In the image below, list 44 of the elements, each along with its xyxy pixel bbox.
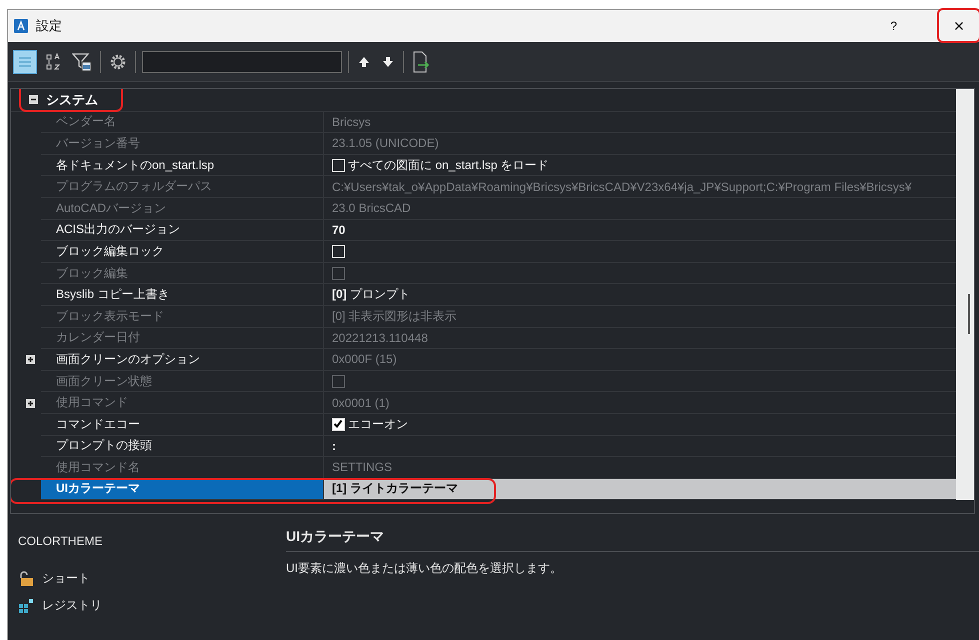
property-value: C:¥Users¥tak_o¥AppData¥Roaming¥Bricsys¥BricsCAD¥V23x64¥ja_JP¥Support;C:¥Program Files¥Bricsys¥	[332, 180, 912, 194]
settings-icon[interactable]	[109, 52, 127, 70]
property-value: SETTINGS	[332, 460, 392, 474]
property-name[interactable]: UIカラーテーマ	[41, 478, 324, 500]
property-name[interactable]: コマンドエコー	[41, 414, 324, 436]
collapse-icon[interactable]	[29, 95, 38, 104]
property-value: 23.1.05 (UNICODE)	[332, 136, 439, 150]
help-title: UIカラーテーマ	[286, 528, 979, 552]
scrollbar[interactable]	[956, 89, 974, 500]
arrow-up-icon[interactable]	[357, 54, 371, 68]
property-name[interactable]: Bsyslib コピー上書き	[41, 284, 324, 306]
command-name: COLORTHEME	[18, 534, 104, 548]
property-value: 23.0 BricsCAD	[332, 201, 411, 216]
app-icon	[14, 19, 28, 33]
filter-icon[interactable]	[72, 52, 92, 72]
search-field[interactable]	[142, 50, 342, 72]
property-name[interactable]: ブロック編集ロック	[41, 241, 324, 263]
lock-icon	[18, 571, 34, 586]
property-value: :	[332, 438, 336, 453]
property-name[interactable]: プロンプトの接頭	[41, 436, 324, 458]
property-value: 20221213.110448	[332, 330, 428, 345]
link[interactable]: ショート	[42, 570, 90, 587]
property-name[interactable]: 各ドキュメントのon_start.lsp	[41, 154, 324, 176]
property-value: Bricsys	[332, 114, 371, 129]
property-value: [1] ライトカラーテーマ	[332, 480, 458, 498]
property-value: 0x0001 (1)	[332, 396, 390, 410]
property-value: 70	[332, 222, 346, 237]
checkbox-label: すべての図面に on_start.lsp をロード	[348, 156, 549, 174]
property-value: [0] プロンプト	[332, 286, 410, 304]
help-button[interactable]: ?	[886, 17, 901, 35]
property-name[interactable]: ACIS出力のバージョン	[41, 220, 324, 242]
sort-icon[interactable]	[46, 52, 62, 70]
category-label: システム	[46, 90, 98, 109]
expand-icon[interactable]	[26, 355, 35, 364]
checkbox-label: エコーオン	[348, 416, 408, 433]
registry-icon	[18, 598, 34, 613]
help-description: UI要素に濃い色または薄い色の配色を選択します。	[286, 560, 563, 577]
property-value: [0] 非表示図形は非表示	[332, 308, 457, 325]
link[interactable]: レジストリ	[42, 597, 102, 614]
arrow-down-icon[interactable]	[381, 54, 395, 68]
property-name[interactable]: 画面クリーンのオプション	[41, 349, 324, 371]
property-value: 0x000F (15)	[332, 352, 397, 366]
window-title: 設定	[36, 17, 63, 35]
export-icon[interactable]	[412, 50, 430, 72]
